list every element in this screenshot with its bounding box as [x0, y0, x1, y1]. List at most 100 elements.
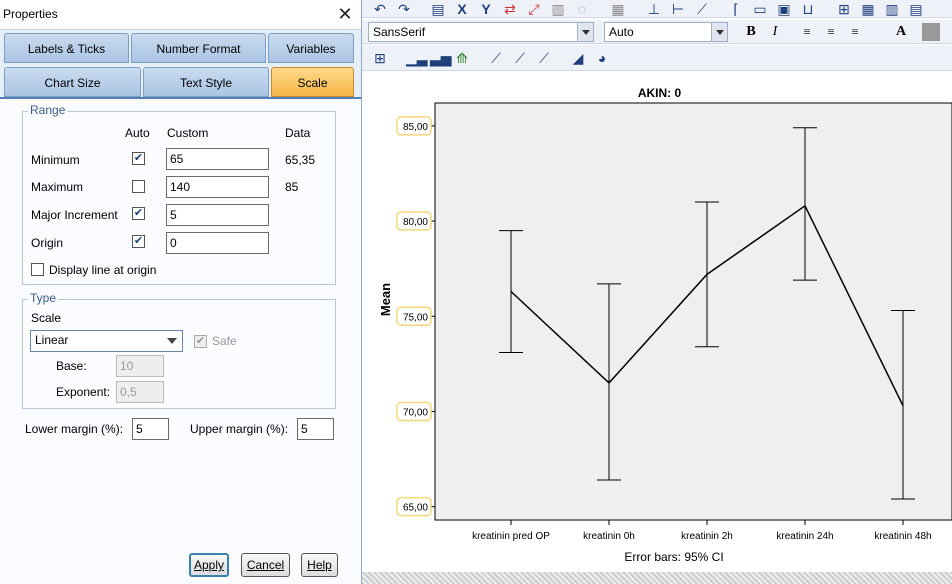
- chart-canvas: AKIN: 0 Mean Error bars: 95% CI 65,00 70,00 7…: [362, 72, 952, 572]
- bar-chart-icon[interactable]: ▁▃: [406, 50, 428, 66]
- rescale-icon[interactable]: ⤢: [526, 1, 542, 17]
- legend-icon[interactable]: ▤: [908, 1, 924, 17]
- tab-text-style[interactable]: Text Style: [143, 67, 269, 97]
- display-line-checkbox[interactable]: [31, 263, 44, 276]
- scale-type-select[interactable]: Linear: [30, 330, 183, 352]
- title-icon[interactable]: ⌈: [728, 1, 744, 17]
- tab-variables[interactable]: Variables: [268, 33, 354, 63]
- safe-checkbox[interactable]: [194, 335, 207, 348]
- undo-icon[interactable]: ↶: [372, 1, 388, 17]
- y-tick-label: 80,00: [403, 217, 428, 228]
- tab-scale[interactable]: Scale: [271, 67, 354, 97]
- area-icon[interactable]: ⟋: [488, 50, 504, 66]
- origin-custom-input[interactable]: 0: [166, 232, 269, 254]
- y-axis-icon[interactable]: Y: [478, 1, 494, 17]
- cancel-button[interactable]: Cancel: [241, 553, 290, 577]
- maximum-auto-checkbox[interactable]: [132, 180, 145, 193]
- help-button[interactable]: Help: [301, 553, 338, 577]
- auto-column-header: Auto: [125, 126, 150, 140]
- scale-panel: Range Auto Custom Data Minimum 65 65,35 …: [0, 97, 361, 584]
- x-axis-label: Error bars: 95% CI: [624, 550, 723, 564]
- x-tick-label: kreatinin 24h: [776, 531, 833, 542]
- drop-line-icon[interactable]: ▥: [550, 1, 566, 17]
- reference-line-icon[interactable]: ⊢: [670, 1, 686, 17]
- base-input[interactable]: 10: [116, 355, 164, 377]
- footnote-icon[interactable]: ⊔: [800, 1, 816, 17]
- area-stacked-icon[interactable]: ⟋: [512, 50, 528, 66]
- y-tick-label: 85,00: [403, 122, 428, 133]
- close-icon[interactable]: ✕: [335, 4, 355, 24]
- scale-type-value: Linear: [35, 333, 69, 347]
- text-color-icon[interactable]: A: [892, 23, 910, 41]
- safe-label: Safe: [212, 334, 237, 348]
- apply-button[interactable]: Apply: [189, 553, 229, 577]
- exponent-label: Exponent:: [56, 385, 111, 399]
- font-name-select[interactable]: SansSerif: [368, 22, 594, 42]
- upper-margin-input[interactable]: 5: [297, 418, 334, 440]
- italic-button[interactable]: I: [766, 23, 784, 41]
- align-center-icon[interactable]: ≡: [822, 23, 840, 41]
- major-increment-custom-input[interactable]: 5: [166, 204, 269, 226]
- properties-dialog: Properties ✕ Labels & Ticks Number Forma…: [0, 0, 362, 584]
- x-tick-label: kreatinin 0h: [583, 531, 635, 542]
- textbox-icon[interactable]: ▣: [776, 1, 792, 17]
- transpose-icon[interactable]: ⇄: [502, 1, 518, 17]
- type-legend: Type: [28, 291, 59, 305]
- data-column-header: Data: [285, 126, 311, 140]
- align-left-icon[interactable]: ≡: [798, 23, 816, 41]
- redo-icon[interactable]: ↷: [396, 1, 412, 17]
- element-toolbar: ⊞ ▁▃ ▃▅ ⟰ ⟋ ⟋ ⟋ ◢ ◕: [362, 45, 952, 71]
- lower-margin-label: Lower margin (%):: [25, 422, 124, 436]
- properties-icon[interactable]: ▤: [430, 1, 446, 17]
- plot-area: [434, 102, 952, 521]
- fill-color-icon[interactable]: [922, 23, 940, 41]
- maximum-label: Maximum: [31, 180, 84, 194]
- format-toolbar: SansSerif Auto B I ≡ ≡ ≡ A: [362, 20, 952, 44]
- scale-type-label: Scale: [31, 311, 62, 325]
- major-increment-auto-checkbox[interactable]: [132, 207, 145, 220]
- x-tick-label: kreatinin 48h: [874, 531, 931, 542]
- font-size-select[interactable]: Auto: [604, 22, 728, 42]
- chevron-down-icon: [167, 338, 177, 344]
- bold-button[interactable]: B: [742, 23, 760, 41]
- chevron-down-icon: [577, 23, 593, 41]
- font-name-value: SansSerif: [373, 25, 426, 39]
- display-line-label: Display line at origin: [49, 263, 157, 277]
- font-size-value: Auto: [609, 25, 634, 39]
- x-axis-icon[interactable]: X: [454, 1, 470, 17]
- annotation-icon[interactable]: ▭: [752, 1, 768, 17]
- line-chart-icon[interactable]: ⟰: [454, 50, 470, 66]
- grid-icon[interactable]: ⊞: [836, 1, 852, 17]
- color-icon[interactable]: ▦: [610, 1, 626, 17]
- tab-labels-ticks[interactable]: Labels & Ticks: [4, 33, 129, 63]
- minimum-auto-checkbox[interactable]: [132, 152, 145, 165]
- x-tick-label: kreatinin pred OP: [472, 531, 550, 542]
- origin-auto-checkbox[interactable]: [132, 235, 145, 248]
- fit-line-icon[interactable]: ⟋: [694, 1, 710, 17]
- minimum-custom-input[interactable]: 65: [166, 148, 269, 170]
- layout-icon[interactable]: ▥: [884, 1, 900, 17]
- table-icon[interactable]: ▦: [860, 1, 876, 17]
- y-tick-label: 70,00: [403, 407, 428, 418]
- pie-icon[interactable]: ◕: [594, 50, 610, 66]
- exponent-input[interactable]: 0,5: [116, 381, 164, 403]
- align-right-icon[interactable]: ≡: [846, 23, 864, 41]
- axis-line-icon[interactable]: ⊥: [646, 1, 662, 17]
- dialog-title: Properties: [3, 7, 58, 21]
- y-tick-label: 65,00: [403, 503, 428, 514]
- tab-chart-size[interactable]: Chart Size: [4, 67, 141, 97]
- base-label: Base:: [56, 359, 87, 373]
- major-increment-label: Major Increment: [31, 208, 118, 222]
- origin-label: Origin: [31, 236, 64, 250]
- maximum-custom-input[interactable]: 140: [166, 176, 269, 198]
- clustered-bar-icon[interactable]: ▃▅: [430, 50, 452, 66]
- scatter-icon[interactable]: ⟋: [536, 50, 552, 66]
- minimum-data-value: 65,35: [285, 153, 316, 167]
- select-icon[interactable]: ⊞: [372, 50, 388, 66]
- tab-number-format[interactable]: Number Format: [131, 33, 266, 63]
- y-tick-label: 75,00: [403, 312, 428, 323]
- lasso-icon[interactable]: ◌: [574, 1, 590, 17]
- histogram-icon[interactable]: ◢: [570, 50, 586, 66]
- lower-margin-input[interactable]: 5: [132, 418, 169, 440]
- y-axis-label: Mean: [378, 283, 393, 316]
